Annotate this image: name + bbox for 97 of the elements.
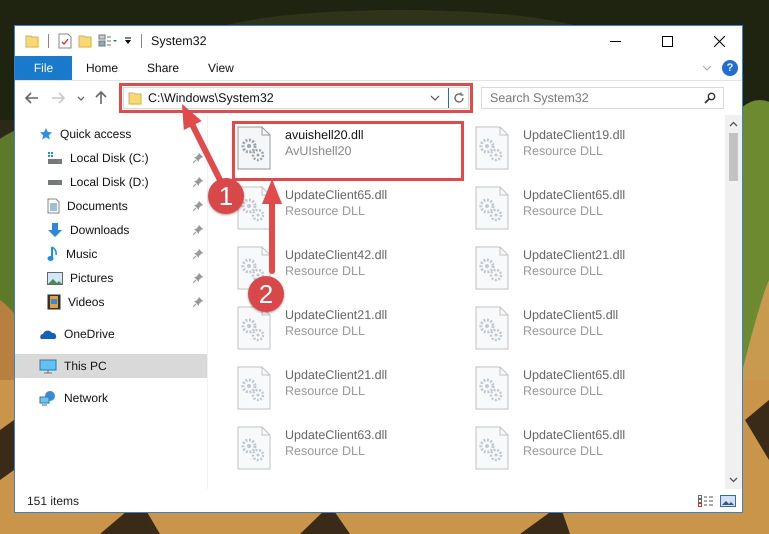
file-name[interactable]: UpdateClient19.dll [523, 128, 626, 142]
file-description: Resource DLL [523, 264, 604, 278]
monitor-icon [39, 358, 57, 374]
dll-file-icon[interactable] [475, 246, 509, 290]
pin-icon[interactable] [193, 297, 203, 307]
refresh-icon [452, 92, 464, 104]
new-folder-icon[interactable] [78, 34, 92, 48]
dll-file-icon[interactable] [237, 126, 271, 170]
dll-file-icon[interactable] [475, 366, 509, 410]
sidebar-item[interactable]: Videos [15, 290, 207, 314]
cloud-icon [39, 328, 57, 340]
close-icon [714, 36, 724, 46]
drive-icon [47, 178, 63, 186]
file-name[interactable]: UpdateClient65.dll [523, 188, 626, 202]
search-icon[interactable] [704, 92, 716, 104]
dll-file-icon[interactable] [237, 306, 271, 350]
file-name[interactable]: UpdateClient21.dll [285, 308, 388, 322]
sidebar-item[interactable]: Music [15, 242, 207, 266]
file-name[interactable]: UpdateClient5.dll [523, 308, 618, 322]
file-name[interactable]: UpdateClient21.dll [523, 248, 626, 262]
folder-icon [128, 91, 142, 105]
dll-file-icon[interactable] [475, 186, 509, 230]
pin-icon[interactable] [193, 225, 203, 235]
window-title: System32 [151, 34, 207, 48]
pin-icon[interactable] [193, 201, 203, 211]
file-name[interactable]: UpdateClient65.dll [285, 188, 388, 202]
sidebar-item[interactable]: Local Disk (C:) [15, 146, 207, 170]
file-description: Resource DLL [523, 144, 604, 158]
file-description: Resource DLL [285, 444, 366, 458]
sidebar-item[interactable]: Downloads [15, 218, 207, 242]
file-description: Resource DLL [523, 444, 604, 458]
dll-file-icon[interactable] [475, 426, 509, 470]
file-name[interactable]: UpdateClient65.dll [523, 428, 626, 442]
address-bar[interactable]: C:\Windows\System32 [123, 87, 469, 109]
sidebar-item[interactable]: OneDrive [15, 322, 207, 346]
caret-icon[interactable] [430, 95, 440, 101]
music-note-icon [47, 246, 59, 262]
dll-file-icon[interactable] [237, 366, 271, 410]
file-description: Resource DLL [523, 384, 604, 398]
sidebar-item[interactable]: Pictures [15, 266, 207, 290]
recent-locations-button[interactable] [77, 96, 85, 100]
dll-file-icon[interactable] [475, 306, 509, 350]
sidebar-item[interactable]: Local Disk (D:) [15, 170, 207, 194]
dll-file-icon[interactable] [237, 426, 271, 470]
file-description: AvUIshell20 [285, 144, 352, 158]
pin-icon[interactable] [193, 177, 203, 187]
maximize-icon [662, 36, 672, 46]
up-button[interactable] [95, 91, 107, 105]
item-count: 151 items [27, 494, 80, 508]
help-button[interactable]: ? [722, 60, 738, 76]
dll-file-icon[interactable] [475, 126, 509, 170]
minimize-icon [610, 40, 620, 42]
star-icon [39, 127, 53, 141]
ribbon-tab[interactable]: Share [133, 56, 194, 80]
back-button[interactable] [25, 92, 39, 104]
ribbon-tab[interactable]: View [194, 56, 249, 80]
folder-icon[interactable] [25, 34, 39, 48]
file-name[interactable]: avuishell20.dll [285, 128, 364, 142]
scroll-down-icon[interactable] [729, 477, 738, 483]
file-description: Resource DLL [285, 264, 366, 278]
sidebar-item[interactable]: Network [15, 386, 207, 410]
customize-icon[interactable] [98, 34, 118, 48]
search-field[interactable]: Search System32 [481, 87, 724, 109]
pin-icon[interactable] [193, 153, 203, 163]
sidebar-item[interactable]: Documents [15, 194, 207, 218]
picture-icon [47, 272, 63, 284]
film-icon [47, 294, 61, 310]
file-description: Resource DLL [285, 204, 366, 218]
pin-icon[interactable] [193, 249, 203, 259]
sidebar-item[interactable]: This PC [15, 354, 207, 378]
document-icon [47, 198, 60, 214]
network-icon [39, 390, 57, 406]
toolbar-separator [141, 34, 142, 48]
file-name[interactable]: UpdateClient42.dll [285, 248, 388, 262]
drive-icon [47, 151, 63, 165]
expand-ribbon-icon[interactable] [702, 65, 712, 71]
download-arrow-icon [47, 222, 63, 238]
thumbnail-view-icon[interactable] [720, 494, 736, 506]
file-name[interactable]: UpdateClient65.dll [523, 368, 626, 382]
scroll-up-icon[interactable] [729, 121, 738, 127]
file-name[interactable]: UpdateClient21.dll [285, 368, 388, 382]
sidebar-item[interactable]: Quick access [15, 122, 207, 146]
file-description: Resource DLL [285, 384, 366, 398]
address-path: C:\Windows\System32 [148, 91, 275, 105]
file-description: Resource DLL [285, 324, 366, 338]
properties-icon[interactable] [58, 33, 72, 49]
scroll-thumb[interactable] [729, 133, 738, 181]
pin-icon[interactable] [193, 273, 203, 283]
dropdown-icon[interactable] [124, 37, 132, 45]
scrollbar[interactable] [725, 115, 742, 489]
file-name[interactable]: UpdateClient63.dll [285, 428, 388, 442]
file-description: Resource DLL [523, 204, 604, 218]
ribbon-tab[interactable]: Home [72, 56, 134, 80]
details-view-icon[interactable] [698, 494, 714, 506]
toolbar-separator [48, 34, 49, 48]
file-description: Resource DLL [523, 324, 604, 338]
file-tab[interactable]: File [15, 56, 72, 80]
